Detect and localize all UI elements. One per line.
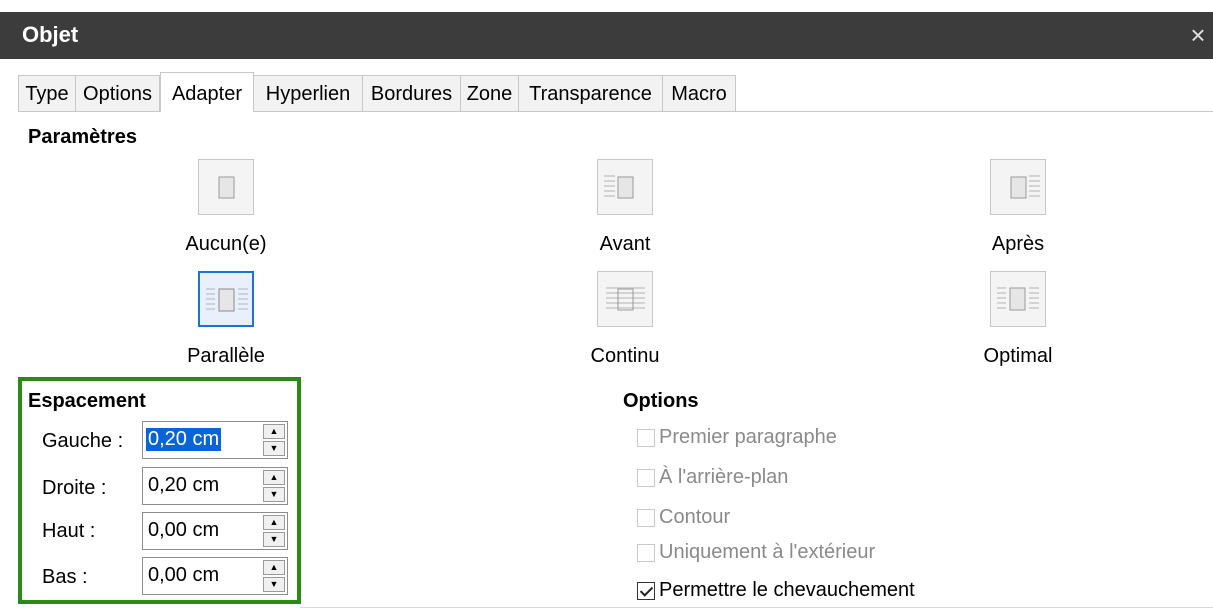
bottom-divider [300, 607, 1213, 608]
gauche-stepper[interactable]: ▲ ▼ [263, 424, 285, 456]
wrap-parallel-icon [206, 288, 248, 312]
wrap-after-icon [1010, 175, 1040, 199]
tab-zone[interactable]: Zone [460, 75, 519, 111]
wrap-optimal-icon [997, 287, 1039, 311]
checkbox-box[interactable] [637, 469, 655, 487]
wrap-parallel-button[interactable] [198, 271, 254, 327]
wrap-parallel-label: Parallèle [187, 345, 265, 367]
checkbox-box[interactable] [637, 509, 655, 527]
spin-down-icon[interactable]: ▼ [263, 577, 285, 592]
haut-label: Haut : [42, 520, 96, 542]
wrap-optimal-label: Optimal [983, 345, 1053, 367]
haut-stepper[interactable]: ▲ ▼ [263, 515, 285, 547]
spin-up-icon[interactable]: ▲ [263, 470, 285, 485]
wrap-before-icon [604, 175, 634, 199]
arriere-plan-label: À l'arrière-plan [659, 466, 789, 488]
droite-spinbox[interactable]: 0,20 cm ▲ ▼ [142, 467, 288, 505]
check-icon[interactable] [637, 582, 655, 600]
wrap-before-button[interactable] [597, 159, 653, 215]
tab-type[interactable]: Type [18, 75, 76, 111]
uniquement-exterieur-label: Uniquement à l'extérieur [659, 541, 876, 563]
haut-spinbox[interactable]: 0,00 cm ▲ ▼ [142, 512, 288, 550]
checkbox-box[interactable] [637, 544, 655, 562]
wrap-through-icon [606, 287, 645, 311]
wrap-after-button[interactable] [990, 159, 1046, 215]
bas-stepper[interactable]: ▲ ▼ [263, 560, 285, 592]
bas-spinbox[interactable]: 0,00 cm ▲ ▼ [142, 557, 288, 595]
wrap-none-icon [218, 176, 235, 199]
espacement-heading: Espacement [28, 390, 146, 412]
dialog-titlebar: Objet × [0, 12, 1213, 59]
gauche-value[interactable]: 0,20 cm [146, 428, 222, 451]
chevauchement-label: Permettre le chevauchement [659, 579, 915, 601]
wrap-after-label: Après [991, 233, 1045, 255]
tab-bar: Type Options Adapter Hyperlien Bordures … [18, 72, 1213, 112]
parametres-heading: Paramètres [28, 126, 137, 148]
spin-down-icon[interactable]: ▼ [263, 487, 285, 502]
droite-value[interactable]: 0,20 cm [146, 474, 221, 497]
wrap-before-label: Avant [599, 233, 651, 255]
contour-label: Contour [659, 506, 731, 528]
spin-down-icon[interactable]: ▼ [263, 532, 285, 547]
wrap-optimal-button[interactable] [990, 271, 1046, 327]
droite-stepper[interactable]: ▲ ▼ [263, 470, 285, 502]
tab-adapter[interactable]: Adapter [160, 72, 254, 112]
wrap-none-label: Aucun(e) [185, 233, 267, 255]
gauche-label: Gauche : [42, 430, 124, 452]
premier-paragraphe-label: Premier paragraphe [659, 426, 837, 448]
wrap-none-button[interactable] [198, 159, 254, 215]
bas-value[interactable]: 0,00 cm [146, 564, 221, 587]
bas-label: Bas : [42, 566, 88, 588]
options-heading: Options [623, 390, 699, 412]
gauche-spinbox[interactable]: 0,20 cm ▲ ▼ [142, 421, 288, 459]
spin-up-icon[interactable]: ▲ [263, 560, 285, 575]
checkbox-box[interactable] [637, 429, 655, 447]
close-icon[interactable]: × [1183, 20, 1213, 50]
tab-bordures[interactable]: Bordures [362, 75, 461, 111]
spin-up-icon[interactable]: ▲ [263, 424, 285, 439]
wrap-through-button[interactable] [597, 271, 653, 327]
haut-value[interactable]: 0,00 cm [146, 519, 221, 542]
tab-options[interactable]: Options [75, 75, 160, 111]
tab-transparence[interactable]: Transparence [518, 75, 663, 111]
dialog-title: Objet [22, 22, 79, 47]
tab-macro[interactable]: Macro [662, 75, 736, 111]
spin-up-icon[interactable]: ▲ [263, 515, 285, 530]
spin-down-icon[interactable]: ▼ [263, 441, 285, 456]
droite-label: Droite : [42, 477, 107, 499]
wrap-through-label: Continu [590, 345, 660, 367]
tab-hyperlien[interactable]: Hyperlien [253, 75, 363, 111]
